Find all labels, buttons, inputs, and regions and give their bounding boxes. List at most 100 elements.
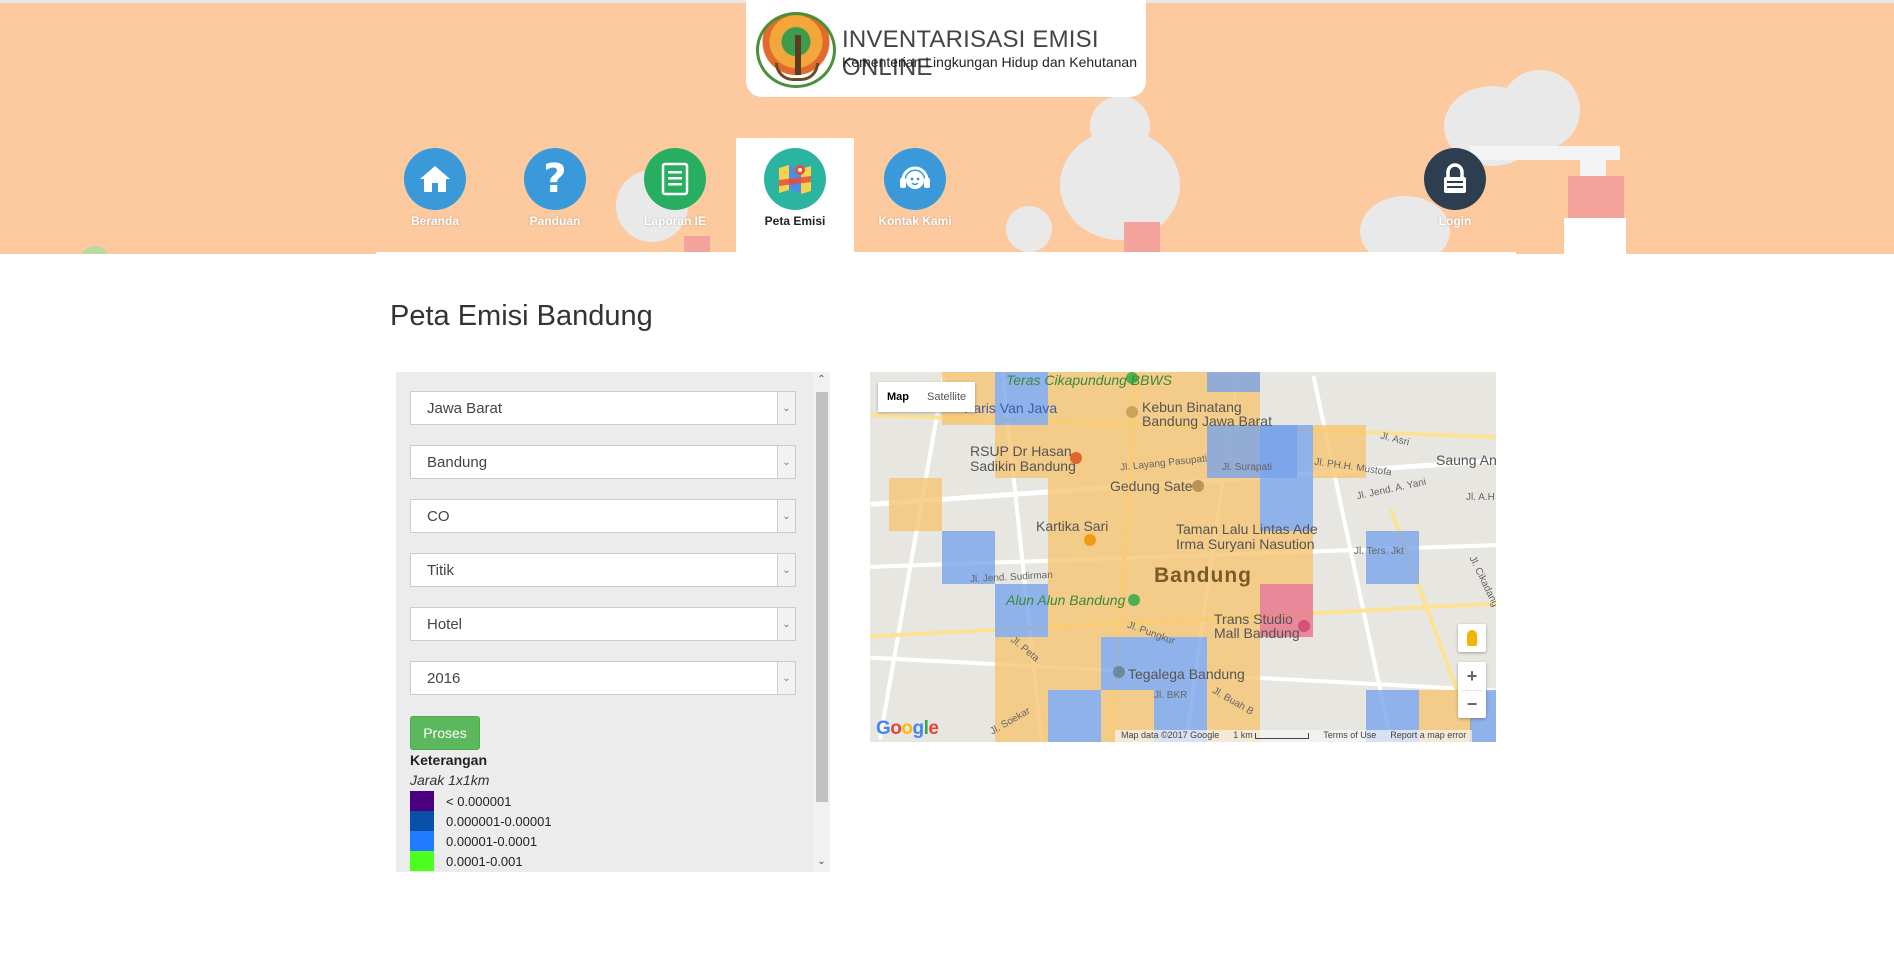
process-button[interactable]: Proses [410, 716, 480, 750]
place-label: Trans Studio Mall Bandung [1214, 611, 1300, 641]
chimney-decoration [1568, 176, 1624, 218]
pollutant-select[interactable]: CO ⌄ [410, 499, 796, 533]
legend-swatch [410, 791, 434, 811]
scale-bar [1255, 732, 1310, 739]
legend-subtitle: Jarak 1x1km [410, 772, 490, 788]
year-select[interactable]: 2016 ⌄ [410, 661, 796, 695]
page-title: Peta Emisi Bandung [390, 300, 653, 332]
map-type-map-button[interactable]: Map [878, 382, 918, 412]
grid-cell[interactable] [1207, 372, 1260, 392]
legend-label: 0.0001-0.001 [446, 854, 523, 869]
street-label: Jl. Ters. Jkt [1354, 546, 1404, 557]
question-icon: ? [524, 148, 586, 210]
chevron-down-icon: ⌄ [777, 500, 795, 532]
zoom-out-button[interactable]: − [1458, 690, 1486, 718]
legend-swatch [410, 811, 434, 831]
zoo-icon[interactable] [1126, 406, 1138, 418]
cloud-decoration [1006, 206, 1052, 252]
park-icon[interactable] [1128, 594, 1140, 606]
legend-swatch [410, 831, 434, 851]
place-label: Alun Alun Bandung [1006, 592, 1126, 608]
chevron-down-icon: ⌄ [777, 554, 795, 586]
grid-cell[interactable] [1154, 425, 1207, 478]
home-icon [404, 148, 466, 210]
street-label: Jl. BKR [1154, 690, 1188, 701]
grid-cell[interactable] [1101, 531, 1154, 584]
panel-scrollbar[interactable]: ⌃ ⌄ [813, 372, 830, 872]
logo-subtitle: Kementerian Lingkungan Hidup dan Kehutan… [842, 54, 1138, 70]
province-select[interactable]: Jawa Barat ⌄ [410, 391, 796, 425]
road [877, 374, 947, 740]
place-label: Teras Cikapundung BBWS [1006, 372, 1173, 388]
nav-peta-emisi[interactable]: Peta Emisi [736, 138, 854, 254]
map-icon [764, 148, 826, 210]
street-label: Jl. Cikadang [1466, 554, 1496, 609]
nav-laporan-ie[interactable]: Laporan IE [616, 138, 734, 254]
select-value: Titik [427, 562, 454, 579]
nav-label: Peta Emisi [764, 214, 826, 228]
site-logo[interactable]: INVENTARISASI EMISI ONLINE Kementerian L… [746, 0, 1146, 97]
zoom-control: + − [1458, 662, 1486, 718]
grid-cell[interactable] [1207, 637, 1260, 690]
street-label: Jl. A.H [1466, 492, 1495, 503]
nav-panduan[interactable]: ? Panduan [496, 138, 614, 254]
street-label: Jl. Jend. A. Yani [1355, 476, 1428, 503]
emission-map[interactable]: Teras Cikapundung BBWS Paris Van Java Ke… [870, 372, 1496, 742]
legend-label: 0.00001-0.0001 [446, 834, 538, 849]
map-type-satellite-button[interactable]: Satellite [918, 382, 975, 412]
filter-panel: Jawa Barat ⌄ Bandung ⌄ CO ⌄ Titik ⌄ Hote… [396, 372, 830, 872]
legend-label: < 0.000001 [446, 794, 512, 809]
zoom-in-button[interactable]: + [1458, 662, 1486, 690]
nav-label: Beranda [410, 214, 460, 228]
select-value: Bandung [427, 454, 488, 471]
grid-cell[interactable] [1048, 690, 1101, 742]
scroll-up-icon[interactable]: ⌃ [813, 374, 830, 385]
map-data-credit: Map data ©2017 Google [1121, 730, 1220, 740]
grid-cell[interactable] [1048, 637, 1101, 690]
chevron-down-icon: ⌄ [777, 662, 795, 694]
nav-beranda[interactable]: Beranda [376, 138, 494, 254]
nav-kontak-kami[interactable]: Kontak Kami [856, 138, 974, 254]
street-view-pegman-icon[interactable] [1458, 624, 1486, 652]
scroll-down-icon[interactable]: ⌄ [813, 856, 830, 867]
place-label: Kebun Binatang Bandung Jawa Barat [1142, 399, 1272, 429]
source-select[interactable]: Hotel ⌄ [410, 607, 796, 641]
place-label: Kartika Sari [1036, 518, 1109, 534]
nav-label: Kontak Kami [878, 214, 952, 228]
stadium-icon[interactable] [1113, 666, 1125, 678]
lock-icon [1424, 148, 1486, 210]
grid-cell[interactable] [1154, 584, 1207, 637]
report-error-link[interactable]: Report a map error [1390, 730, 1466, 742]
scrollbar-thumb[interactable] [816, 392, 828, 802]
chevron-down-icon: ⌄ [777, 446, 795, 478]
city-select[interactable]: Bandung ⌄ [410, 445, 796, 479]
select-value: CO [427, 508, 450, 525]
grid-cell[interactable] [1366, 531, 1419, 584]
document-icon [644, 148, 706, 210]
grid-cell[interactable] [1101, 637, 1154, 690]
nav-label: Panduan [529, 214, 581, 228]
grid-cell[interactable] [889, 478, 942, 531]
scale-label: 1 km [1233, 730, 1253, 740]
ministry-emblem-icon [756, 12, 836, 88]
select-value: 2016 [427, 670, 461, 687]
google-logo[interactable]: Google [876, 718, 939, 740]
terms-link[interactable]: Terms of Use [1323, 730, 1376, 742]
grid-cell[interactable] [1154, 637, 1207, 690]
chevron-down-icon: ⌄ [777, 608, 795, 640]
map-scale: 1 km [1233, 730, 1310, 742]
pipe-decoration [1580, 146, 1606, 176]
place-label: Taman Lalu Lintas Ade Irma Suryani Nasut… [1176, 521, 1318, 552]
nav-underline [376, 252, 1516, 254]
landmark-icon[interactable] [1192, 480, 1204, 492]
cloud-decoration [80, 246, 110, 254]
display-type-select[interactable]: Titik ⌄ [410, 553, 796, 587]
legend-label: 0.000001-0.00001 [446, 814, 552, 829]
city-label: Bandung [1154, 564, 1252, 587]
place-label: Saung Angk [1436, 452, 1496, 468]
street-label: Jl. Surapati [1222, 462, 1273, 473]
place-label: Tegalega Bandung [1128, 666, 1245, 682]
nav-login[interactable]: Login [1396, 138, 1514, 254]
place-label: Paris Van Java [964, 400, 1058, 416]
food-icon[interactable] [1084, 534, 1096, 546]
